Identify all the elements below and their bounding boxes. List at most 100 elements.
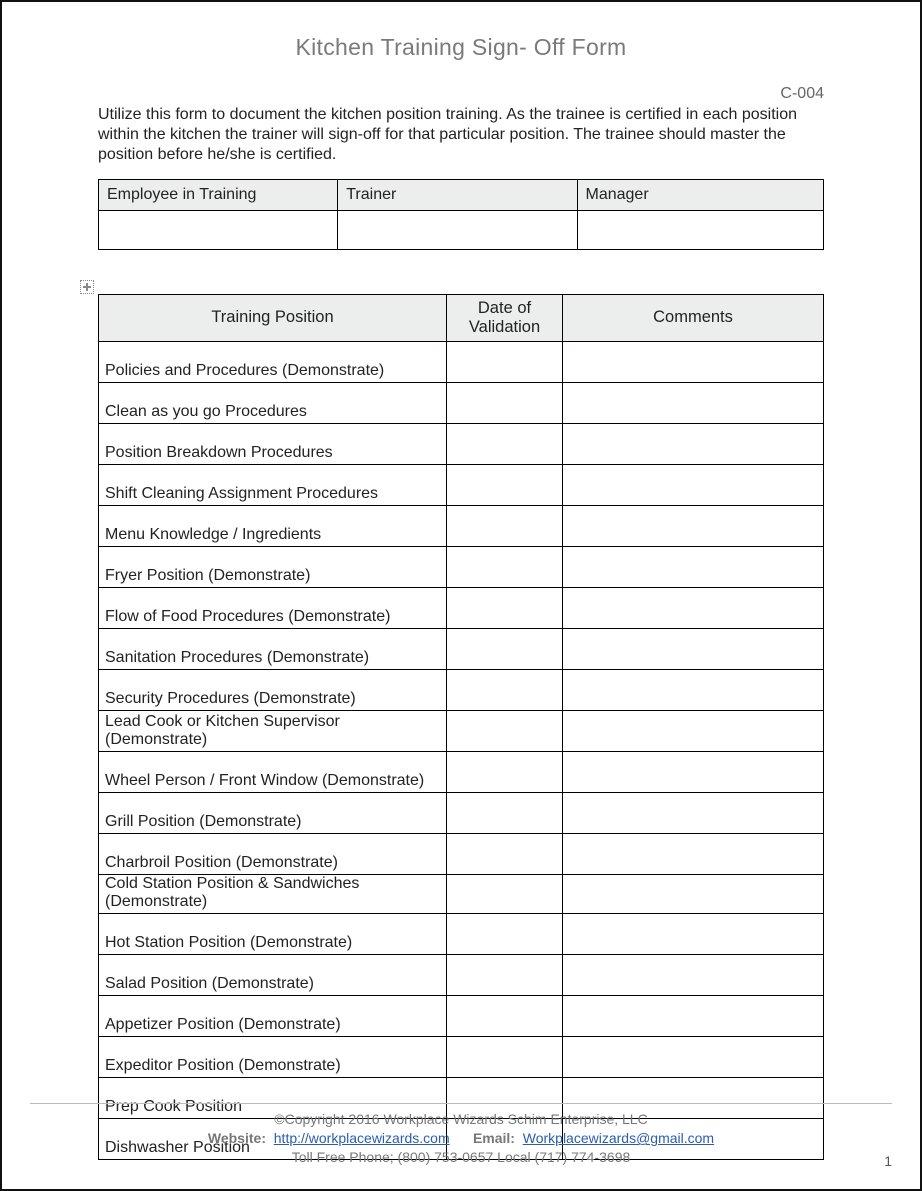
position-label: Security Procedures (Demonstrate) [105, 690, 356, 710]
footer-email-link[interactable]: Workplacewizards@gmail.com [523, 1130, 714, 1146]
footer-email-label: Email: [473, 1130, 515, 1146]
date-cell[interactable] [447, 995, 563, 1036]
footer-website-label: Website: [208, 1130, 266, 1146]
meta-header-row: Employee in Training Trainer Manager [99, 180, 824, 211]
position-label: Salad Position (Demonstrate) [105, 975, 314, 995]
position-cell: Salad Position (Demonstrate) [99, 954, 447, 995]
position-label: Flow of Food Procedures (Demonstrate) [105, 608, 390, 628]
page-footer: ©Copyright 2016 Workplace Wizards Schim … [30, 1103, 892, 1167]
comments-cell[interactable] [563, 382, 824, 423]
table-row: Shift Cleaning Assignment Procedures [99, 464, 824, 505]
position-cell: Shift Cleaning Assignment Procedures [99, 464, 447, 505]
date-cell[interactable] [447, 954, 563, 995]
table-row: Cold Station Position & Sandwiches (Demo… [99, 874, 824, 913]
position-label: Clean as you go Procedures [105, 403, 307, 423]
intro-paragraph: Utilize this form to document the kitche… [98, 105, 824, 165]
training-table: Training Position Date of Validation Com… [98, 294, 824, 1160]
table-row: Security Procedures (Demonstrate) [99, 669, 824, 710]
comments-cell[interactable] [563, 874, 824, 913]
col-header-position: Training Position [99, 295, 447, 342]
comments-cell[interactable] [563, 751, 824, 792]
comments-cell[interactable] [563, 1036, 824, 1077]
comments-cell[interactable] [563, 423, 824, 464]
position-cell: Grill Position (Demonstrate) [99, 792, 447, 833]
date-cell[interactable] [447, 669, 563, 710]
form-code: C-004 [98, 85, 824, 103]
date-cell[interactable] [447, 751, 563, 792]
position-label: Position Breakdown Procedures [105, 444, 333, 464]
comments-cell[interactable] [563, 995, 824, 1036]
position-cell: Flow of Food Procedures (Demonstrate) [99, 587, 447, 628]
position-cell: Position Breakdown Procedures [99, 423, 447, 464]
position-label: Appetizer Position (Demonstrate) [105, 1016, 341, 1036]
table-row: Charbroil Position (Demonstrate) [99, 833, 824, 874]
date-cell[interactable] [447, 546, 563, 587]
date-cell[interactable] [447, 423, 563, 464]
position-cell: Appetizer Position (Demonstrate) [99, 995, 447, 1036]
table-row: Position Breakdown Procedures [99, 423, 824, 464]
position-cell: Fryer Position (Demonstrate) [99, 546, 447, 587]
table-row: Flow of Food Procedures (Demonstrate) [99, 587, 824, 628]
date-cell[interactable] [447, 628, 563, 669]
date-cell[interactable] [447, 792, 563, 833]
comments-cell[interactable] [563, 710, 824, 751]
trainer-input-cell[interactable] [338, 211, 577, 250]
page-number: 1 [884, 1152, 892, 1171]
comments-cell[interactable] [563, 669, 824, 710]
date-cell[interactable] [447, 710, 563, 751]
col-header-date: Date of Validation [447, 295, 563, 342]
comments-cell[interactable] [563, 505, 824, 546]
meta-header-manager: Manager [577, 180, 824, 211]
table-row: Menu Knowledge / Ingredients [99, 505, 824, 546]
training-header-row: Training Position Date of Validation Com… [99, 295, 824, 342]
table-row: Grill Position (Demonstrate) [99, 792, 824, 833]
footer-copyright: ©Copyright 2016 Workplace Wizards Schim … [30, 1110, 892, 1129]
position-label: Charbroil Position (Demonstrate) [105, 854, 338, 874]
comments-cell[interactable] [563, 954, 824, 995]
table-row: Fryer Position (Demonstrate) [99, 546, 824, 587]
date-cell[interactable] [447, 464, 563, 505]
date-cell[interactable] [447, 341, 563, 382]
date-cell[interactable] [447, 587, 563, 628]
footer-divider [30, 1103, 892, 1104]
date-cell[interactable] [447, 505, 563, 546]
comments-cell[interactable] [563, 628, 824, 669]
meta-header-trainer: Trainer [338, 180, 577, 211]
position-label: Expeditor Position (Demonstrate) [105, 1057, 341, 1077]
position-cell: Cold Station Position & Sandwiches (Demo… [99, 874, 447, 913]
position-label: Menu Knowledge / Ingredients [105, 526, 321, 546]
position-cell: Policies and Procedures (Demonstrate) [99, 341, 447, 382]
comments-cell[interactable] [563, 341, 824, 382]
table-row: Clean as you go Procedures [99, 382, 824, 423]
position-cell: Menu Knowledge / Ingredients [99, 505, 447, 546]
manager-input-cell[interactable] [577, 211, 824, 250]
date-cell[interactable] [447, 833, 563, 874]
comments-cell[interactable] [563, 546, 824, 587]
date-cell[interactable] [447, 874, 563, 913]
position-label: Policies and Procedures (Demonstrate) [105, 362, 384, 382]
position-label: Lead Cook or Kitchen Supervisor (Demonst… [105, 713, 440, 751]
position-label: Sanitation Procedures (Demonstrate) [105, 649, 369, 669]
date-cell[interactable] [447, 913, 563, 954]
position-cell: Hot Station Position (Demonstrate) [99, 913, 447, 954]
comments-cell[interactable] [563, 913, 824, 954]
position-label: Wheel Person / Front Window (Demonstrate… [105, 772, 424, 792]
table-row: Expeditor Position (Demonstrate) [99, 1036, 824, 1077]
table-row: Salad Position (Demonstrate) [99, 954, 824, 995]
footer-website-link[interactable]: http://workplacewizards.com [274, 1130, 450, 1146]
table-anchor-row [98, 274, 824, 292]
position-label: Cold Station Position & Sandwiches (Demo… [105, 875, 440, 913]
date-cell[interactable] [447, 1036, 563, 1077]
comments-cell[interactable] [563, 587, 824, 628]
comments-cell[interactable] [563, 464, 824, 505]
table-row: Sanitation Procedures (Demonstrate) [99, 628, 824, 669]
comments-cell[interactable] [563, 792, 824, 833]
page-title: Kitchen Training Sign- Off Form [98, 34, 824, 61]
position-cell: Wheel Person / Front Window (Demonstrate… [99, 751, 447, 792]
comments-cell[interactable] [563, 833, 824, 874]
table-row: Policies and Procedures (Demonstrate) [99, 341, 824, 382]
date-cell[interactable] [447, 382, 563, 423]
position-label: Hot Station Position (Demonstrate) [105, 934, 352, 954]
employee-input-cell[interactable] [99, 211, 338, 250]
position-label: Fryer Position (Demonstrate) [105, 567, 310, 587]
